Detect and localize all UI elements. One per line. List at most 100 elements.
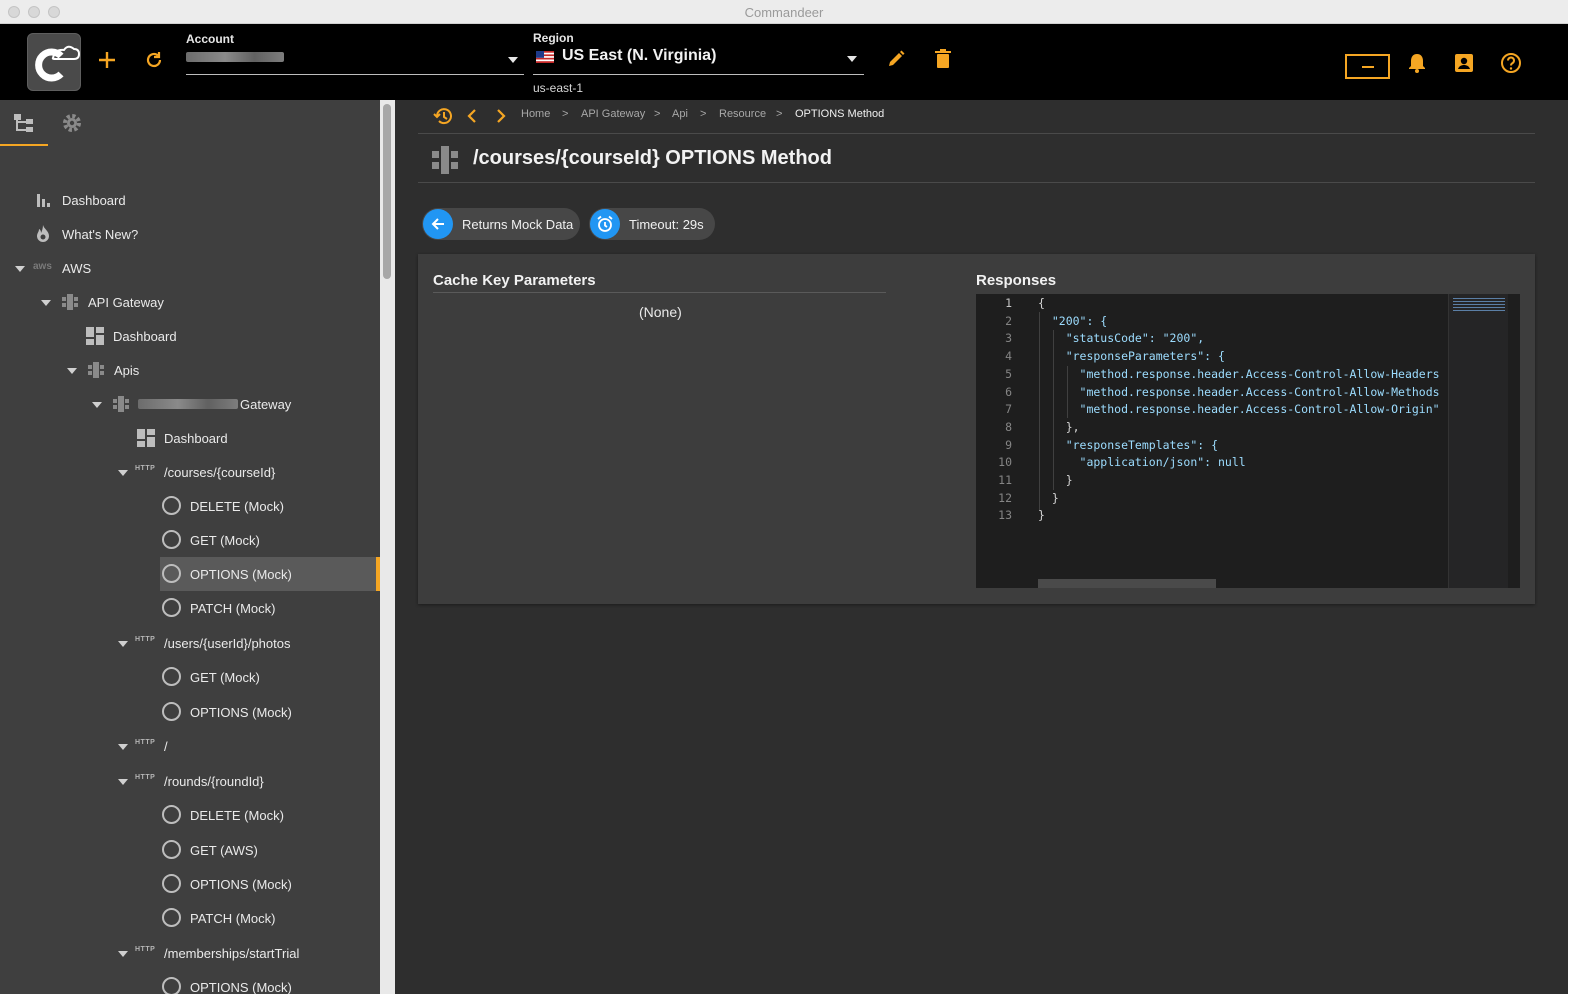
line-number: 6	[1005, 384, 1012, 399]
expand-arrow-icon[interactable]	[118, 744, 128, 750]
sidebar-item-resource[interactable]: HTTP /courses/{courseId}	[0, 455, 380, 489]
breadcrumb-home[interactable]: Home	[521, 108, 550, 120]
account-box-icon[interactable]	[1450, 49, 1478, 77]
code-line: "method.response.header.Access-Control-A…	[1038, 402, 1440, 417]
breadcrumb-api[interactable]: Api	[672, 108, 688, 120]
tree-icon	[14, 114, 33, 132]
line-number: 7	[1005, 402, 1012, 417]
account-select-underline	[186, 74, 524, 75]
sidebar-item-method[interactable]: GET (AWS)	[0, 833, 380, 867]
responses-code-editor[interactable]: 1 2 3 4 5 6 7 8 9 10 11 12 13 {"200": {…	[976, 294, 1520, 588]
sidebar-item-method[interactable]: GET (Mock)	[0, 660, 380, 694]
chip-label: Returns Mock Data	[462, 216, 574, 232]
sidebar-item-method-selected[interactable]: OPTIONS (Mock)	[0, 557, 380, 591]
editor-horizontal-scrollbar[interactable]	[1038, 579, 1216, 588]
code-line: }	[1038, 508, 1045, 523]
refresh-icon[interactable]	[140, 46, 168, 74]
returns-mock-data-chip[interactable]: Returns Mock Data	[422, 208, 580, 240]
account-label: Account	[186, 32, 234, 46]
sidebar-item-aws[interactable]: aws AWS	[0, 251, 380, 285]
sidebar-item-method[interactable]: OPTIONS (Mock)	[0, 867, 380, 901]
sidebar-item-api-gateway-instance[interactable]: Gateway	[0, 387, 380, 421]
alarm-clock-icon	[590, 209, 620, 239]
code-line: "200": {	[1038, 313, 1108, 328]
sidebar-item-label: /	[164, 738, 168, 754]
sidebar-item-label: GET (Mock)	[190, 669, 260, 685]
editor-minimap[interactable]	[1448, 294, 1508, 588]
sidebar-item-label: OPTIONS (Mock)	[190, 979, 292, 994]
history-icon[interactable]	[432, 106, 454, 131]
expand-arrow-icon[interactable]	[118, 779, 128, 785]
http-tag: HTTP	[135, 946, 156, 953]
sidebar-item-api-gateway[interactable]: API Gateway	[0, 285, 380, 319]
sidebar-item-label: GET (AWS)	[190, 842, 258, 858]
add-icon[interactable]	[93, 46, 121, 74]
help-icon[interactable]	[1497, 49, 1525, 77]
region-select[interactable]: US East (N. Virginia)	[562, 47, 716, 65]
sidebar-item-label: Gateway	[240, 396, 292, 412]
line-number: 2	[1005, 313, 1012, 328]
dashboard-icon	[86, 327, 104, 345]
edit-icon[interactable]	[882, 45, 910, 73]
timeout-chip[interactable]: Timeout: 29s	[589, 208, 715, 240]
minimap-preview	[1453, 298, 1505, 312]
sidebar-item-label: PATCH (Mock)	[190, 600, 276, 616]
delete-icon[interactable]	[929, 45, 957, 73]
breadcrumb-resource[interactable]: Resource	[719, 108, 766, 120]
account-dropdown-icon[interactable]	[508, 57, 518, 63]
expand-arrow-icon[interactable]	[118, 641, 128, 647]
sidebar-tabs	[0, 100, 380, 146]
account-value-redacted[interactable]	[186, 52, 284, 62]
sidebar-item-apis[interactable]: Apis	[0, 353, 380, 387]
sidebar-item-method[interactable]: DELETE (Mock)	[0, 798, 380, 832]
sidebar-item-resource[interactable]: HTTP /memberships/startTrial	[0, 936, 380, 970]
sidebar-item-api-dashboard[interactable]: Dashboard	[0, 421, 380, 455]
sidebar-item-apigw-dashboard[interactable]: Dashboard	[0, 319, 380, 353]
sidebar-item-whats-new[interactable]: What's New?	[0, 217, 380, 251]
radio-circle-icon	[162, 702, 181, 721]
breadcrumb-api-gateway[interactable]: API Gateway	[581, 108, 645, 120]
sidebar-item-dashboard[interactable]: Dashboard	[0, 183, 380, 217]
sidebar: Dashboard What's New? aws AWS API Gatewa…	[0, 100, 380, 994]
sidebar-item-label: GET (Mock)	[190, 532, 260, 548]
minimize-panel-button[interactable]	[1345, 54, 1390, 79]
tab-tree[interactable]	[0, 100, 48, 146]
chip-label: Timeout: 29s	[629, 216, 704, 232]
forward-chevron-icon[interactable]	[496, 108, 506, 129]
api-gateway-icon	[61, 293, 79, 311]
api-gateway-icon	[431, 145, 459, 180]
sidebar-item-method[interactable]: OPTIONS (Mock)	[0, 695, 380, 729]
sidebar-item-resource[interactable]: HTTP /users/{userId}/photos	[0, 626, 380, 660]
expand-arrow-icon[interactable]	[41, 300, 51, 306]
sidebar-item-label: OPTIONS (Mock)	[190, 566, 292, 582]
cache-key-value: (None)	[639, 304, 682, 320]
breadcrumb: Home > API Gateway > Api > Resource > OP…	[418, 100, 1535, 134]
sidebar-item-label: AWS	[62, 260, 92, 276]
expand-arrow-icon[interactable]	[118, 470, 128, 476]
expand-arrow-icon[interactable]	[92, 402, 102, 408]
sidebar-item-label: Dashboard	[113, 328, 177, 344]
api-gateway-icon	[112, 395, 130, 413]
sidebar-item-method[interactable]: GET (Mock)	[0, 523, 380, 557]
sidebar-item-resource[interactable]: HTTP /	[0, 729, 380, 763]
arrow-left-icon	[423, 209, 453, 239]
notifications-bell-icon[interactable]	[1403, 49, 1431, 77]
sidebar-item-method[interactable]: DELETE (Mock)	[0, 489, 380, 523]
sidebar-item-method[interactable]: PATCH (Mock)	[0, 901, 380, 935]
sidebar-item-method[interactable]: PATCH (Mock)	[0, 591, 380, 625]
sidebar-item-method[interactable]: OPTIONS (Mock)	[0, 970, 380, 994]
commandeer-logo[interactable]	[27, 33, 81, 91]
tab-settings[interactable]	[48, 100, 96, 146]
region-dropdown-icon[interactable]	[847, 56, 857, 62]
sidebar-item-label: OPTIONS (Mock)	[190, 876, 292, 892]
sidebar-item-label: /courses/{courseId}	[164, 464, 276, 480]
sidebar-item-label: /memberships/startTrial	[164, 945, 300, 961]
sidebar-scrollbar-thumb[interactable]	[383, 104, 391, 279]
expand-arrow-icon[interactable]	[67, 368, 77, 374]
app-root: Account Region US East (N. Virginia) us-…	[0, 24, 1568, 994]
expand-arrow-icon[interactable]	[15, 266, 25, 272]
radio-circle-icon	[162, 874, 181, 893]
sidebar-item-resource[interactable]: HTTP /rounds/{roundId}	[0, 764, 380, 798]
expand-arrow-icon[interactable]	[118, 951, 128, 957]
back-chevron-icon[interactable]	[467, 108, 477, 129]
